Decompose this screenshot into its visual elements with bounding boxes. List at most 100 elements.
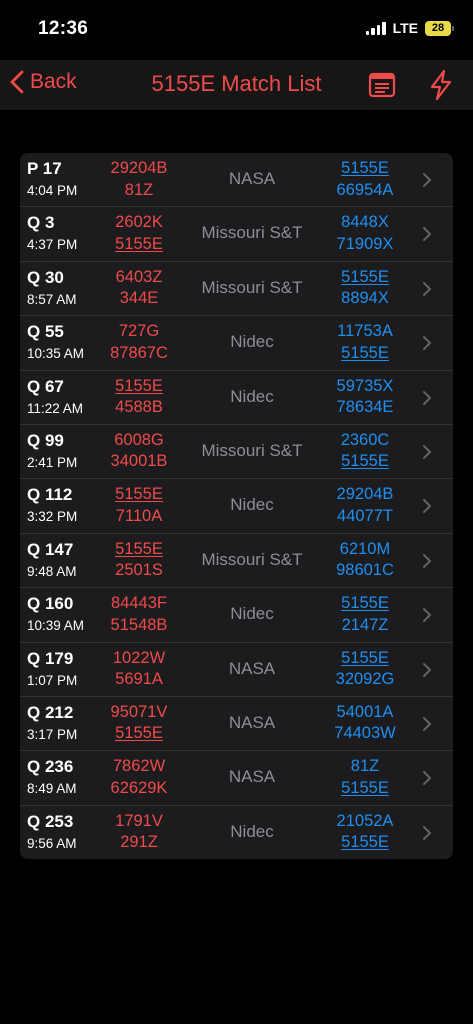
chevron-right-icon xyxy=(423,771,431,786)
chevron-right-icon xyxy=(423,608,431,623)
red-alliance: 84443F 51548B xyxy=(79,593,199,636)
chevron-right-icon xyxy=(423,662,431,677)
nav-bar: Back 5155E Match List xyxy=(0,60,473,110)
red-team-1: 7862W xyxy=(112,757,166,776)
match-row[interactable]: Q 30 8:57 AM 6403Z 344E Missouri S&T 515… xyxy=(20,262,453,317)
blue-team-2: 5155E xyxy=(341,343,389,362)
match-name: Q 212 xyxy=(27,702,74,722)
blue-team-1: 59735X xyxy=(336,376,394,395)
match-field: Nidec xyxy=(230,495,274,515)
match-field: Nidec xyxy=(230,332,274,352)
red-team-2: 62629K xyxy=(110,778,168,797)
chevron-right-icon xyxy=(423,825,431,840)
blue-alliance: 2360C 5155E xyxy=(305,430,425,473)
match-field: Missouri S&T xyxy=(201,223,303,243)
match-row[interactable]: Q 55 10:35 AM 727G 87867C Nidec 11753A 5… xyxy=(20,316,453,371)
blue-team-2: 5155E xyxy=(341,833,389,852)
match-field: NASA xyxy=(228,767,276,787)
chevron-left-icon xyxy=(10,70,24,94)
blue-team-1: 8448X xyxy=(341,213,389,232)
match-row[interactable]: Q 99 2:41 PM 6008G 34001B Missouri S&T 2… xyxy=(20,425,453,480)
match-row[interactable]: P 17 4:04 PM 29204B 81Z NASA 5155E 66954… xyxy=(20,153,453,208)
red-team-1: 6403Z xyxy=(115,267,163,286)
red-team-2: 4588B xyxy=(115,398,163,417)
red-team-2: 81Z xyxy=(124,180,154,199)
match-time: 4:37 PM xyxy=(27,237,78,253)
match-field: Nidec xyxy=(230,386,274,406)
match-row[interactable]: Q 147 9:48 AM 5155E 2501S Missouri S&T 6… xyxy=(20,534,453,589)
match-time: 3:17 PM xyxy=(27,726,78,742)
match-field: Missouri S&T xyxy=(201,549,303,569)
match-field: Missouri S&T xyxy=(201,440,303,460)
blue-team-1: 21052A xyxy=(336,811,394,830)
back-label: Back xyxy=(30,70,77,93)
red-team-2: 2501S xyxy=(115,561,163,580)
red-team-2: 5155E xyxy=(115,724,163,743)
red-team-2: 291Z xyxy=(120,833,158,852)
match-time: 9:48 AM xyxy=(27,563,77,579)
network-label: LTE xyxy=(392,20,418,36)
match-time: 3:32 PM xyxy=(27,509,78,525)
blue-team-1: 29204B xyxy=(336,485,394,504)
back-button[interactable]: Back xyxy=(10,70,77,94)
red-team-1: 1022W xyxy=(112,648,166,667)
red-alliance: 95071V 5155E xyxy=(79,702,199,745)
red-alliance: 1791V 291Z xyxy=(79,811,199,854)
blue-team-2: 71909X xyxy=(336,234,394,253)
red-team-1: 5155E xyxy=(115,376,163,395)
blue-team-1: 54001A xyxy=(336,702,394,721)
red-alliance: 5155E 4588B xyxy=(79,376,199,419)
blue-alliance: 6210M 98601C xyxy=(305,539,425,582)
red-team-2: 5691A xyxy=(115,670,163,689)
match-row[interactable]: Q 160 10:39 AM 84443F 51548B Nidec 5155E… xyxy=(20,588,453,643)
match-row[interactable]: Q 67 11:22 AM 5155E 4588B Nidec 59735X 7… xyxy=(20,371,453,425)
blue-team-1: 81Z xyxy=(350,757,380,776)
blue-team-1: 5155E xyxy=(341,267,389,286)
match-row[interactable]: Q 112 3:32 PM 5155E 7110A Nidec 29204B 4… xyxy=(20,479,453,534)
red-team-2: 5155E xyxy=(115,234,163,253)
chevron-right-icon xyxy=(423,281,431,296)
red-team-2: 344E xyxy=(119,289,159,308)
match-time: 10:39 AM xyxy=(27,618,85,634)
match-name: Q 99 xyxy=(27,430,64,450)
red-team-1: 95071V xyxy=(110,702,168,721)
red-team-1: 84443F xyxy=(111,594,167,613)
status-indicators: LTE 28 xyxy=(365,20,454,36)
match-row[interactable]: Q 3 4:37 PM 2602K 5155E Missouri S&T 844… xyxy=(20,207,453,262)
red-team-1: 29204B xyxy=(110,159,168,177)
bolt-button[interactable] xyxy=(428,69,454,101)
chevron-right-icon xyxy=(423,499,431,514)
blue-team-2: 74403W xyxy=(334,724,396,743)
chevron-right-icon xyxy=(423,336,431,351)
match-row[interactable]: Q 236 8:49 AM 7862W 62629K NASA 81Z 5155… xyxy=(20,751,453,806)
match-name: Q 179 xyxy=(27,648,74,668)
blue-alliance: 5155E 8894X xyxy=(305,267,425,310)
blue-alliance: 5155E 32092G xyxy=(305,648,425,691)
red-team-1: 1791V xyxy=(115,811,163,830)
red-team-2: 87867C xyxy=(110,343,168,362)
match-time: 4:04 PM xyxy=(27,183,78,198)
red-alliance: 6403Z 344E xyxy=(79,267,199,310)
match-row[interactable]: Q 253 9:56 AM 1791V 291Z Nidec 21052A 51… xyxy=(20,806,453,859)
chevron-right-icon xyxy=(423,173,431,187)
red-team-1: 5155E xyxy=(115,539,163,558)
blue-alliance: 54001A 74403W xyxy=(305,702,425,745)
match-field: NASA xyxy=(228,658,276,678)
match-name: Q 236 xyxy=(27,757,74,777)
battery-icon: 28 xyxy=(425,20,454,36)
blue-team-1: 5155E xyxy=(341,159,389,177)
list-icon xyxy=(368,72,396,98)
match-time: 8:57 AM xyxy=(27,291,77,307)
list-button[interactable] xyxy=(368,71,396,99)
blue-team-2: 32092G xyxy=(335,670,395,689)
match-name: Q 55 xyxy=(27,322,64,342)
match-row[interactable]: Q 179 1:07 PM 1022W 5691A NASA 5155E 320… xyxy=(20,643,453,697)
status-bar: 12:36 LTE 28 xyxy=(0,0,473,60)
red-team-1: 2602K xyxy=(115,213,163,232)
match-name: P 17 xyxy=(27,159,62,178)
match-time: 9:56 AM xyxy=(27,835,77,851)
match-row[interactable]: Q 212 3:17 PM 95071V 5155E NASA 54001A 7… xyxy=(20,697,453,752)
chevron-right-icon xyxy=(423,716,431,731)
red-team-2: 34001B xyxy=(110,452,168,471)
chevron-right-icon xyxy=(423,444,431,459)
